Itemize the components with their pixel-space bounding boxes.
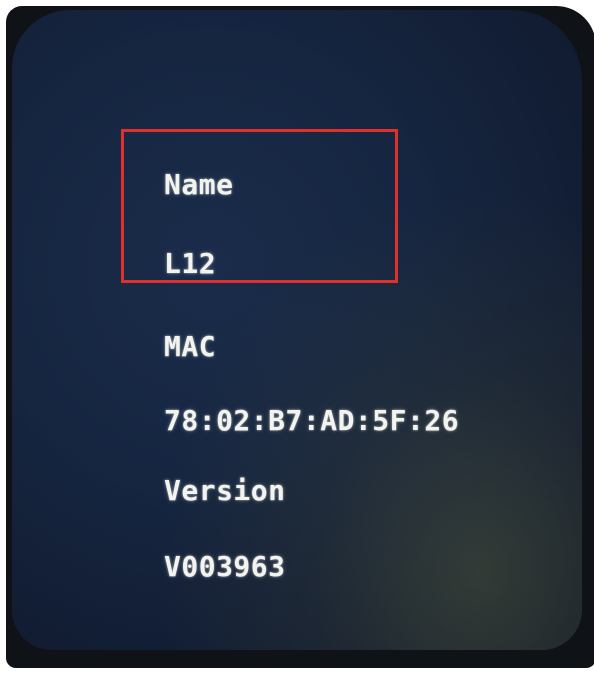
version-label: Version: [164, 474, 286, 507]
device-screen: Name L12 MAC 78:02:B7:AD:5F:26 Version V…: [12, 10, 582, 650]
mac-label: MAC: [164, 330, 217, 363]
device-photo: Name L12 MAC 78:02:B7:AD:5F:26 Version V…: [0, 0, 594, 674]
mac-value: 78:02:B7:AD:5F:26: [164, 404, 460, 437]
version-value: V003963: [164, 550, 286, 583]
name-highlight-box: [121, 129, 398, 283]
